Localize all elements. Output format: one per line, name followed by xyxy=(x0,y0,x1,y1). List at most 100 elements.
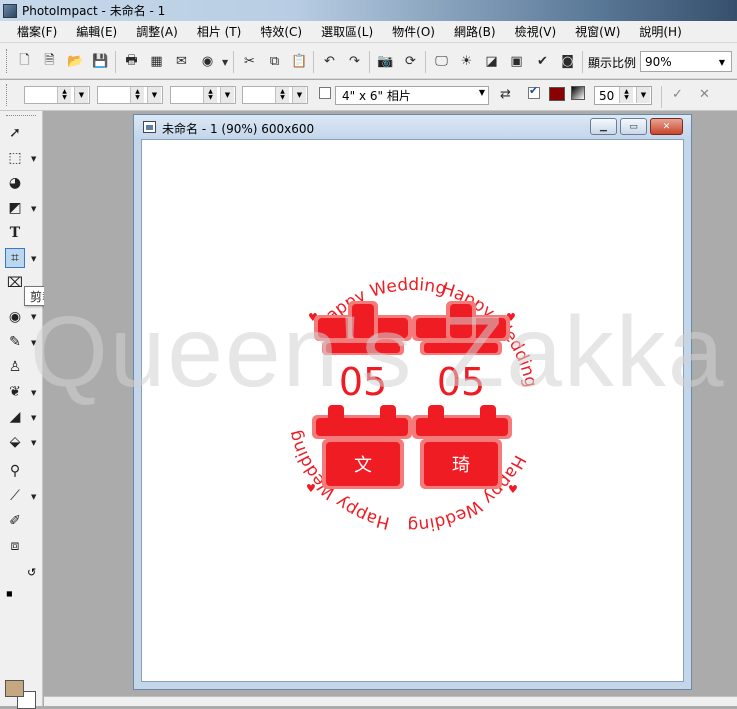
menu-selection[interactable]: 選取區(L) xyxy=(321,23,373,40)
cut-icon[interactable]: ✂ xyxy=(240,52,259,71)
print-layout-icon[interactable]: ▦ xyxy=(147,52,166,71)
mask-tool-icon[interactable]: ◕ xyxy=(5,173,25,193)
paper-size-select[interactable]: 4" x 6" 相片 ▼ xyxy=(335,86,489,105)
chevron-down-icon[interactable]: ▼ xyxy=(31,313,36,321)
toolbar-grip[interactable] xyxy=(6,84,9,106)
chevron-down-icon[interactable]: ▼ xyxy=(31,389,36,397)
spin-field-3[interactable]: ▲ ▼ ▼ xyxy=(170,86,236,104)
maximize-button[interactable]: ▭ xyxy=(620,118,647,135)
marquee-tool-icon[interactable]: ⬚ xyxy=(5,148,25,168)
chevron-down-icon[interactable]: ▼ xyxy=(31,155,36,163)
shape-tool-icon[interactable]: ◩ xyxy=(5,198,25,218)
menu-help[interactable]: 說明(H) xyxy=(639,23,681,40)
menu-object[interactable]: 物件(O) xyxy=(392,23,435,40)
chevron-down-icon[interactable]: ▼ xyxy=(147,87,161,103)
cancel-x-icon[interactable]: ✕ xyxy=(695,85,714,104)
default-colors-icon[interactable]: ◼ xyxy=(6,589,13,598)
toolbar-separator xyxy=(233,51,234,73)
rotate-frame-icon[interactable]: ⇄ xyxy=(496,85,515,104)
close-button[interactable]: ✕ xyxy=(650,118,683,135)
checkmark-icon: ✔ xyxy=(529,84,539,97)
toolbar-separator xyxy=(425,51,426,73)
menu-view[interactable]: 檢視(V) xyxy=(515,23,557,40)
chevron-down-icon[interactable]: ▼ xyxy=(31,414,36,422)
menu-adjust[interactable]: 調整(A) xyxy=(136,23,178,40)
fill-tool-icon[interactable]: ⬙ xyxy=(5,432,25,452)
chevron-down-icon[interactable]: ▼ xyxy=(715,55,729,69)
chevron-down-icon[interactable]: ▼ xyxy=(636,87,650,103)
share-dropdown-icon[interactable]: ▼ xyxy=(222,58,228,67)
chevron-down-icon[interactable]: ▼ xyxy=(292,87,306,103)
toolbar-separator xyxy=(313,51,314,73)
save-icon[interactable]: 💾 xyxy=(91,52,110,71)
scan-icon[interactable]: ⟳ xyxy=(401,52,420,71)
new-from-template-icon[interactable]: 🗎 xyxy=(40,52,59,71)
chevron-down-icon[interactable]: ▼ xyxy=(31,205,36,213)
crop-tool-icon[interactable]: ⌗ xyxy=(5,248,25,268)
menu-edit[interactable]: 編輯(E) xyxy=(76,23,117,40)
spin-arrows-icon[interactable]: ▲ ▼ xyxy=(57,87,71,103)
eye-tool-icon[interactable]: ◉ xyxy=(5,307,25,327)
toolbar-grip[interactable] xyxy=(6,49,9,73)
eraser-tool-icon[interactable]: ◢ xyxy=(5,407,25,427)
document-titlebar[interactable]: 未命名 - 1 (90%) 600x600 ▁ ▭ ✕ xyxy=(134,115,691,139)
stamp-tool-icon[interactable]: ♙ xyxy=(5,357,25,377)
spin-arrows-icon[interactable]: ▲ ▼ xyxy=(130,87,144,103)
preview-icon[interactable]: ◙ xyxy=(558,52,577,71)
foreground-color-swatch[interactable] xyxy=(5,680,24,697)
redo-icon[interactable]: ↷ xyxy=(345,52,364,71)
share-icon[interactable]: ◉ xyxy=(198,52,217,71)
open-folder-icon[interactable]: 📂 xyxy=(66,52,85,71)
undo-icon[interactable]: ↶ xyxy=(320,52,339,71)
opacity-field[interactable]: 50 ▲ ▼ ▼ xyxy=(594,86,652,105)
toolbox-grip[interactable] xyxy=(6,115,36,118)
clone-tool-icon[interactable]: ❦ xyxy=(5,382,25,402)
monitor-icon[interactable]: 🖵 xyxy=(432,52,451,71)
photo-fix-icon[interactable]: ▣ xyxy=(507,52,526,71)
spin-arrows-icon[interactable]: ▲ ▼ xyxy=(619,87,633,103)
camera-icon[interactable]: 📷 xyxy=(376,52,395,71)
chevron-down-icon[interactable]: ▼ xyxy=(74,87,88,103)
eyedropper-tool-icon[interactable]: ⟋ xyxy=(5,486,25,506)
color-check-icon[interactable]: ✔ xyxy=(533,52,552,71)
spin-arrows-icon[interactable]: ▲ ▼ xyxy=(275,87,289,103)
new-file-icon[interactable]: 🗋 xyxy=(15,52,34,71)
spin-field-2[interactable]: ▲ ▼ ▼ xyxy=(97,86,163,104)
apply-check-icon[interactable]: ✓ xyxy=(668,85,687,104)
chevron-down-icon[interactable]: ▼ xyxy=(31,439,36,447)
pick-tool-icon[interactable]: ➚ xyxy=(5,123,25,143)
spin-field-4[interactable]: ▲ ▼ ▼ xyxy=(242,86,308,104)
spin-field-1[interactable]: ▲ ▼ ▼ xyxy=(24,86,90,104)
copy-icon[interactable]: ⧉ xyxy=(265,52,284,71)
chevron-down-icon[interactable]: ▼ xyxy=(479,88,485,97)
standard-toolbar: 🗋 🗎 📂 💾 🖶 ▦ ✉ ◉ ▼ ✂ ⧉ 📋 ↶ ↷ 📷 ⟳ 🖵 ☀ ◪ ▣ … xyxy=(0,43,737,79)
menu-photo[interactable]: 相片 (T) xyxy=(197,23,242,40)
image-canvas[interactable]: Happy Wedding Happy Wedding Happy Weddin… xyxy=(141,139,684,682)
paint-brush-icon[interactable]: ✎ xyxy=(5,332,25,352)
spin-arrows-icon[interactable]: ▲ ▼ xyxy=(203,87,217,103)
paste-icon[interactable]: 📋 xyxy=(290,52,309,71)
path-tool-icon[interactable]: ✐ xyxy=(5,511,25,531)
menu-web[interactable]: 網路(B) xyxy=(454,23,496,40)
gradient-swatch[interactable] xyxy=(571,86,585,100)
menu-file[interactable]: 檔案(F) xyxy=(17,23,57,40)
path-edit-icon[interactable]: ⧈ xyxy=(5,536,25,556)
shield-color-swatch[interactable] xyxy=(549,87,565,101)
minimize-button[interactable]: ▁ xyxy=(590,118,617,135)
text-tool-icon[interactable]: T xyxy=(5,223,25,243)
image-adjust-icon[interactable]: ◪ xyxy=(482,52,501,71)
swap-colors-icon[interactable]: ↺ xyxy=(27,566,36,579)
transform-tool-icon[interactable]: ⌧ xyxy=(5,273,25,293)
email-icon[interactable]: ✉ xyxy=(172,52,191,71)
print-icon[interactable]: 🖶 xyxy=(122,52,141,71)
zoom-tool-icon[interactable]: ⚲ xyxy=(5,461,25,481)
chevron-down-icon[interactable]: ▼ xyxy=(220,87,234,103)
zoom-select[interactable]: 90% ▼ xyxy=(640,51,732,72)
brightness-icon[interactable]: ☀ xyxy=(457,52,476,71)
menu-window[interactable]: 視窗(W) xyxy=(575,23,620,40)
fixed-size-checkbox[interactable] xyxy=(319,87,331,99)
chevron-down-icon[interactable]: ▼ xyxy=(31,493,36,501)
chevron-down-icon[interactable]: ▼ xyxy=(31,255,36,263)
chevron-down-icon[interactable]: ▼ xyxy=(31,339,36,347)
menu-effect[interactable]: 特效(C) xyxy=(260,23,302,40)
